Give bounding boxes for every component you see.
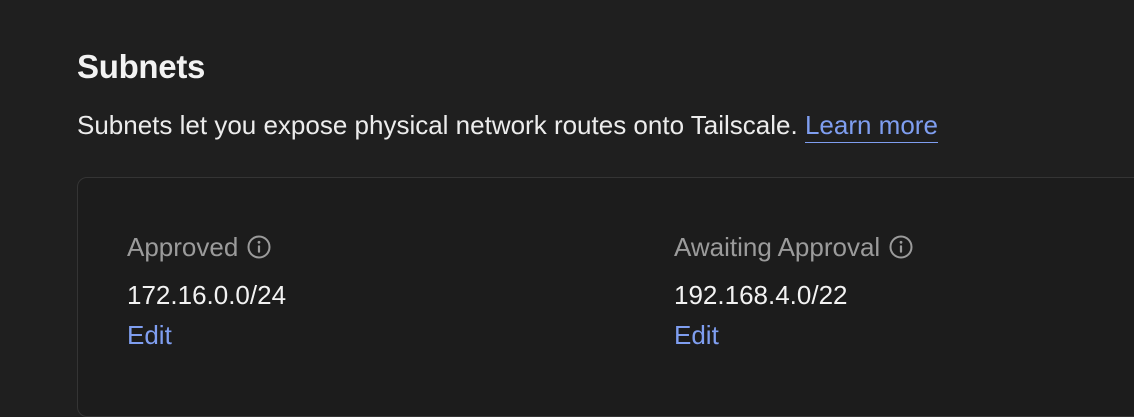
awaiting-approval-column: Awaiting Approval 192.168.4.0/22 Edit — [674, 230, 914, 352]
approved-column: Approved 172.16.0.0/24 Edit — [127, 230, 286, 352]
approved-label: Approved — [127, 232, 239, 262]
approved-subnet-value: 172.16.0.0/24 — [127, 280, 287, 310]
approved-label-row: Approved — [127, 230, 286, 264]
info-icon[interactable] — [246, 234, 272, 260]
description-text: Subnets let you expose physical network … — [77, 110, 798, 140]
approved-edit-link[interactable]: Edit — [127, 318, 286, 352]
awaiting-approval-label: Awaiting Approval — [674, 232, 881, 262]
learn-more-link[interactable]: Learn more — [804, 110, 938, 143]
section-title: Subnets — [77, 48, 206, 85]
section-description: Subnets let you expose physical network … — [77, 108, 938, 143]
awaiting-subnet-value: 192.168.4.0/22 — [674, 280, 848, 310]
info-icon[interactable] — [888, 234, 914, 260]
subnets-section: Subnets Subnets let you expose physical … — [77, 44, 1134, 417]
awaiting-label-row: Awaiting Approval — [674, 230, 914, 264]
subnets-card: Approved 172.16.0.0/24 Edit Awaiting App… — [77, 177, 1134, 417]
awaiting-edit-link[interactable]: Edit — [674, 318, 914, 352]
